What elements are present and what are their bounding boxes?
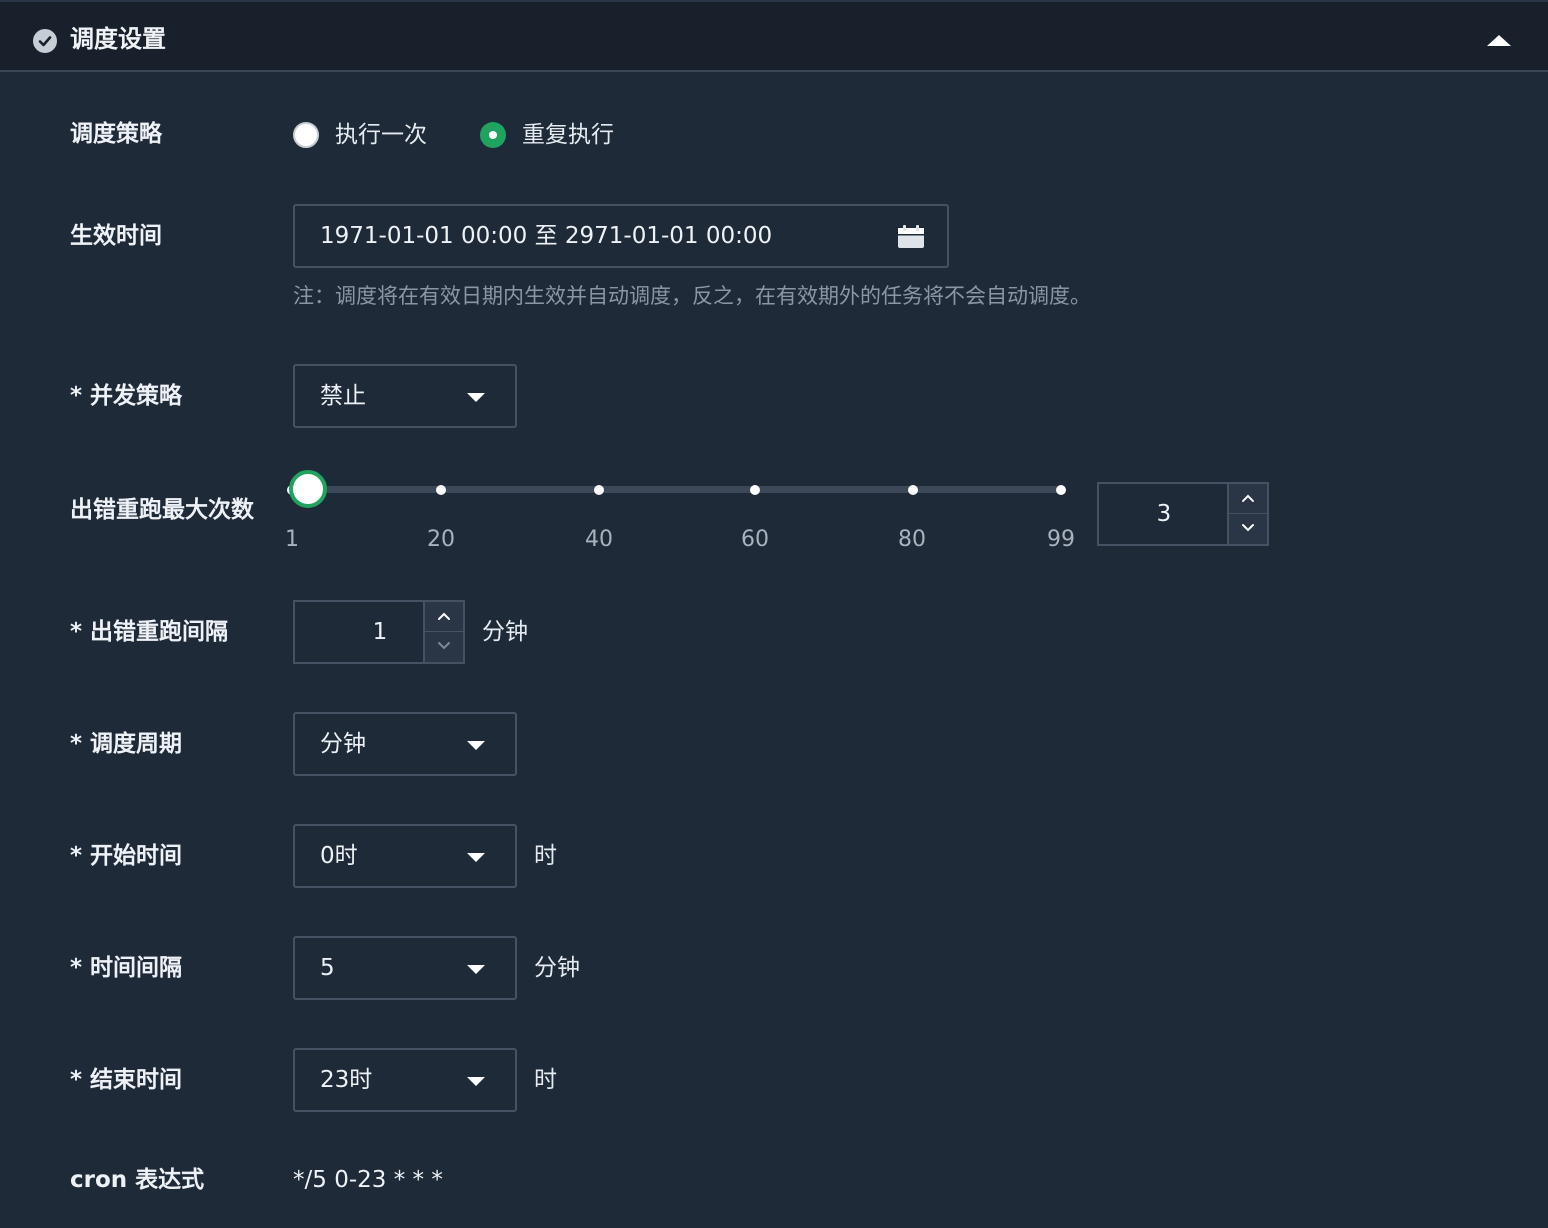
chevron-up-icon [1242, 494, 1254, 502]
start-time-label: * 开始时间 [70, 843, 183, 869]
max-retries-value[interactable]: 3 [1099, 484, 1229, 544]
interval-unit: 分钟 [534, 955, 580, 981]
slider-mark-dot [750, 485, 760, 495]
stepper-down-button[interactable] [1229, 514, 1267, 544]
concurrency-select[interactable]: 禁止 [293, 364, 517, 428]
schedule-settings-panel: 调度设置 调度策略 执行一次 重复执行 生效时间 1971-01-01 00:0… [0, 0, 1548, 1228]
panel-title: 调度设置 [70, 25, 166, 53]
stepper-buttons [1227, 484, 1267, 544]
max-retries-label: 出错重跑最大次数 [70, 497, 254, 523]
radio-run-once-label: 执行一次 [335, 122, 427, 148]
cron-label: cron 表达式 [70, 1167, 205, 1193]
calendar-icon[interactable] [897, 225, 925, 249]
slider-mark-dot [594, 485, 604, 495]
slider-handle[interactable] [288, 470, 327, 508]
stepper-up-button[interactable] [1229, 484, 1267, 514]
panel-header[interactable]: 调度设置 [0, 0, 1548, 72]
effective-time-label: 生效时间 [70, 223, 162, 249]
start-time-selected-value: 0时 [320, 843, 358, 869]
retry-interval-label: * 出错重跑间隔 [70, 619, 229, 645]
effective-time-value: 1971-01-01 00:00 至 2971-01-01 00:00 [320, 223, 773, 249]
interval-select[interactable]: 5 [293, 936, 517, 1000]
radio-repeat[interactable]: 重复执行 [480, 120, 630, 152]
end-time-label: * 结束时间 [70, 1067, 183, 1093]
cron-expression: */5 0-23 * * * [293, 1167, 443, 1193]
concurrency-label: * 并发策略 [70, 383, 183, 409]
max-retries-slider[interactable]: 1 20 40 60 80 99 [285, 460, 1080, 560]
radio-unchecked-icon [293, 122, 319, 148]
chevron-down-icon [467, 741, 485, 750]
radio-repeat-label: 重复执行 [522, 122, 614, 148]
stepper-buttons [423, 602, 463, 662]
max-retries-number-input[interactable]: 3 [1097, 482, 1269, 546]
radio-run-once[interactable]: 执行一次 [293, 120, 443, 152]
caret-up-icon[interactable] [1484, 30, 1514, 50]
slider-mark-dot [436, 485, 446, 495]
radio-checked-icon [480, 122, 506, 148]
chevron-down-icon [467, 965, 485, 974]
start-time-select[interactable]: 0时 [293, 824, 517, 888]
slider-tick-label: 60 [741, 527, 769, 552]
retry-interval-number-input[interactable]: 1 [293, 600, 465, 664]
chevron-up-icon [438, 612, 450, 620]
schedule-strategy-label: 调度策略 [70, 121, 162, 147]
slider-tick-label: 1 [285, 527, 299, 552]
concurrency-selected-value: 禁止 [320, 383, 366, 409]
check-circle-icon [33, 29, 57, 53]
stepper-down-button[interactable] [425, 632, 463, 662]
end-time-select[interactable]: 23时 [293, 1048, 517, 1112]
chevron-down-icon [1242, 524, 1254, 532]
end-time-selected-value: 23时 [320, 1067, 373, 1093]
slider-tick-label: 80 [898, 527, 926, 552]
chevron-down-icon [467, 393, 485, 402]
stepper-up-button[interactable] [425, 602, 463, 632]
chevron-down-icon [467, 1077, 485, 1086]
interval-selected-value: 5 [320, 955, 335, 981]
chevron-down-icon [438, 642, 450, 650]
slider-mark-dot [1056, 485, 1066, 495]
interval-label: * 时间间隔 [70, 955, 183, 981]
period-label: * 调度周期 [70, 731, 183, 757]
end-time-unit: 时 [534, 1067, 557, 1093]
effective-time-note: 注：调度将在有效日期内生效并自动调度，反之，在有效期外的任务将不会自动调度。 [293, 284, 1091, 308]
slider-tick-label: 99 [1047, 527, 1075, 552]
slider-tick-label: 20 [427, 527, 455, 552]
retry-interval-unit: 分钟 [482, 619, 528, 645]
period-select[interactable]: 分钟 [293, 712, 517, 776]
chevron-down-icon [467, 853, 485, 862]
slider-mark-dot [908, 485, 918, 495]
period-selected-value: 分钟 [320, 731, 366, 757]
start-time-unit: 时 [534, 843, 557, 869]
slider-track[interactable] [292, 486, 1062, 493]
effective-time-range-input[interactable]: 1971-01-01 00:00 至 2971-01-01 00:00 [293, 204, 949, 268]
slider-tick-label: 40 [585, 527, 613, 552]
